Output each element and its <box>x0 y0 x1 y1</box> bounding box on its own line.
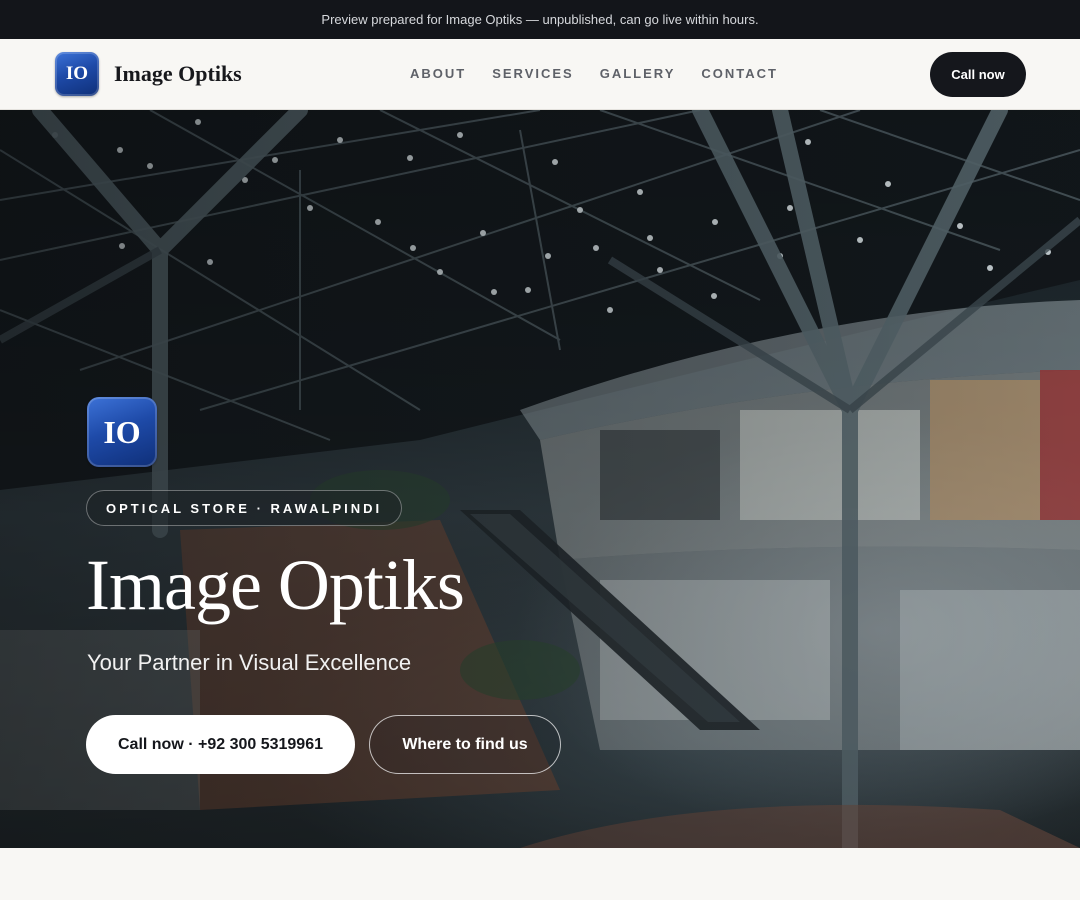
where-to-find-us-button[interactable]: Where to find us <box>369 715 561 774</box>
nav-link-about[interactable]: ABOUT <box>410 66 466 81</box>
brand-name[interactable]: Image Optiks <box>114 61 242 87</box>
nav-logo[interactable]: IO <box>55 52 99 96</box>
nav-link-gallery[interactable]: GALLERY <box>600 66 676 81</box>
hero-title: Image Optiks <box>86 545 465 625</box>
hero-section: IO OPTICAL STORE · RAWALPINDI Image Opti… <box>0 110 1080 848</box>
hero-tag: OPTICAL STORE · RAWALPINDI <box>86 490 403 526</box>
preview-banner: Preview prepared for Image Optiks — unpu… <box>0 0 1080 39</box>
call-now-button[interactable]: Call now · +92 300 5319961 <box>86 715 355 774</box>
hero-subtitle: Your Partner in Visual Excellence <box>87 650 412 675</box>
nav-link-services[interactable]: SERVICES <box>492 66 574 81</box>
nav-link-contact[interactable]: CONTACT <box>701 66 778 81</box>
hero-logo: IO <box>87 397 157 467</box>
navbar: IO Image Optiks ABOUT SERVICES GALLERY C… <box>0 39 1080 110</box>
preview-banner-text: Preview prepared for Image Optiks — unpu… <box>321 12 759 27</box>
nav-links: ABOUT SERVICES GALLERY CONTACT <box>410 66 778 81</box>
nav-call-now-button[interactable]: Call now <box>930 52 1026 97</box>
next-section <box>0 848 1080 900</box>
